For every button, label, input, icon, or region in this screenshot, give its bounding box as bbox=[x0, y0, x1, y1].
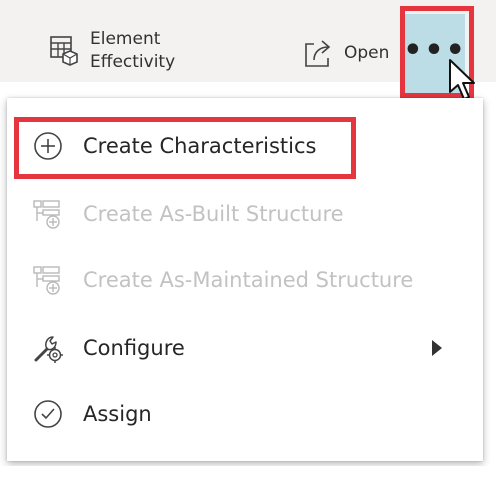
open-external-icon bbox=[305, 40, 331, 67]
structure-add-icon bbox=[33, 266, 60, 295]
bottom-background bbox=[0, 466, 496, 485]
element-effectivity-line1: Element bbox=[90, 29, 161, 49]
menu-item-create-as-built-structure[interactable]: Create As-Built Structure bbox=[7, 186, 483, 242]
menu-item-create-as-maintained-structure[interactable]: Create As-Maintained Structure bbox=[7, 252, 483, 308]
mouse-pointer-icon bbox=[449, 59, 475, 100]
command-bar: Element Effectivity Open ••• bbox=[0, 0, 496, 95]
open-label: Open bbox=[344, 43, 390, 63]
element-effectivity-button[interactable]: Element Effectivity bbox=[48, 28, 208, 80]
menu-item-configure[interactable]: Configure bbox=[7, 320, 483, 376]
menu-item-label: Create As-Built Structure bbox=[83, 202, 344, 226]
menu-item-label: Configure bbox=[83, 336, 185, 360]
menu-item-label: Create As-Maintained Structure bbox=[83, 268, 414, 292]
element-effectivity-line2: Effectivity bbox=[90, 52, 176, 72]
more-options-menu: Create Characteristics Create As-Built S… bbox=[7, 98, 483, 461]
element-effectivity-icon bbox=[50, 36, 78, 66]
wrench-gear-icon bbox=[34, 336, 63, 363]
open-button[interactable]: Open bbox=[300, 36, 404, 70]
plus-circle-icon bbox=[34, 132, 62, 160]
menu-item-label: Create Characteristics bbox=[83, 134, 317, 158]
element-effectivity-label: Element Effectivity bbox=[90, 28, 200, 74]
menu-item-label: Assign bbox=[83, 402, 152, 426]
submenu-chevron-right-icon bbox=[432, 340, 442, 356]
structure-add-icon bbox=[33, 200, 60, 229]
menu-item-create-characteristics[interactable]: Create Characteristics bbox=[7, 118, 483, 174]
check-circle-icon bbox=[34, 400, 62, 428]
menu-item-assign[interactable]: Assign bbox=[7, 386, 483, 442]
